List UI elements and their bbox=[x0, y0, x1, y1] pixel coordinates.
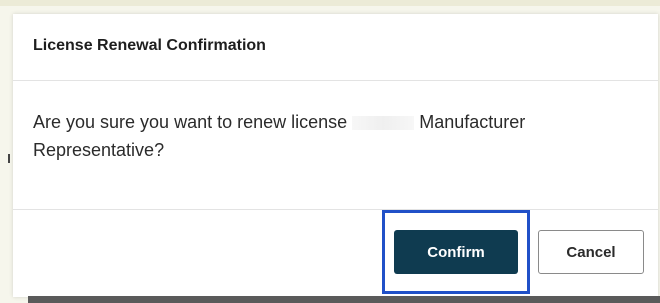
edge-mark bbox=[8, 154, 10, 163]
confirm-button[interactable]: Confirm bbox=[394, 230, 518, 274]
license-renewal-dialog: License Renewal Confirmation Are you sur… bbox=[13, 14, 658, 297]
dialog-title: License Renewal Confirmation bbox=[33, 37, 266, 54]
cancel-button[interactable]: Cancel bbox=[538, 230, 644, 274]
message-text-before: Are you sure you want to renew license bbox=[33, 112, 348, 132]
dialog-message: Are you sure you want to renew license M… bbox=[33, 108, 633, 164]
bottom-bar bbox=[28, 296, 660, 303]
backdrop-top-strip bbox=[0, 0, 660, 6]
redacted-license-number bbox=[352, 116, 415, 131]
dialog-body: Are you sure you want to renew license M… bbox=[13, 81, 658, 210]
dialog-header: License Renewal Confirmation bbox=[13, 14, 658, 81]
dialog-footer: Confirm Cancel bbox=[13, 210, 658, 297]
